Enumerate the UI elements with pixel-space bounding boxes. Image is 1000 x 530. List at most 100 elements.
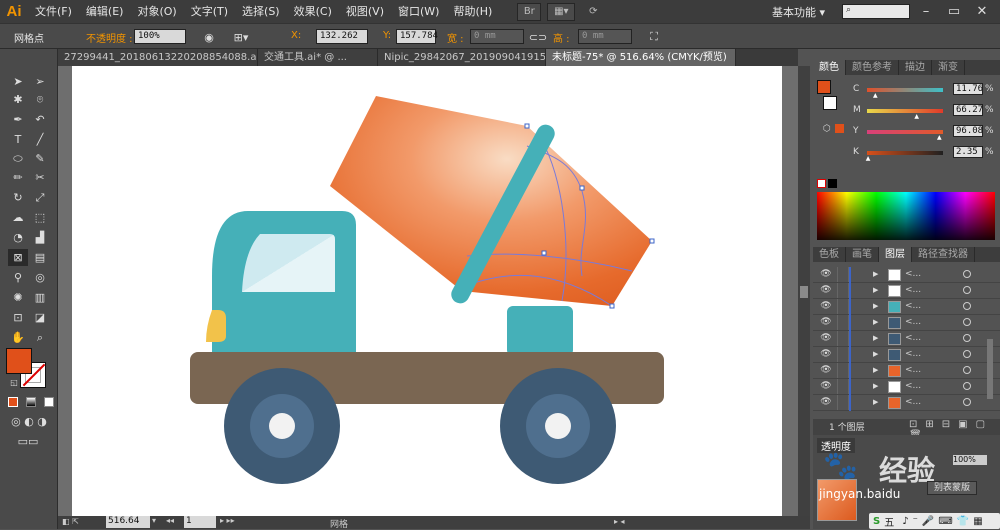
layer-row[interactable]: 👁 ▶ <...	[813, 363, 1000, 379]
zoom-tool-icon[interactable]: ⌕	[30, 329, 50, 346]
color-spectrum[interactable]	[817, 192, 995, 240]
visibility-eye-icon[interactable]: 👁	[819, 333, 833, 345]
visibility-eye-icon[interactable]: 👁	[819, 397, 833, 409]
menu-item-2[interactable]: 对象(O)	[130, 0, 183, 23]
layers-tab-0[interactable]: 色板	[813, 247, 846, 262]
status-scroll-arrow[interactable]: ▸ ◂	[614, 517, 625, 526]
expand-triangle-icon[interactable]: ▶	[873, 382, 878, 390]
target-circle-icon[interactable]	[963, 398, 971, 406]
channel-slider[interactable]	[867, 151, 943, 155]
layer-row[interactable]: 👁 ▶ <...	[813, 315, 1000, 331]
menu-item-0[interactable]: 文件(F)	[28, 0, 79, 23]
vertical-scrollbar[interactable]	[798, 66, 810, 516]
slider-handle[interactable]: ▲	[937, 134, 942, 141]
target-circle-icon[interactable]	[963, 318, 971, 326]
gamut-color-swatch[interactable]	[835, 124, 844, 133]
expand-triangle-icon[interactable]: ▶	[873, 334, 878, 342]
isolate-icon[interactable]: ⛶	[645, 29, 663, 45]
pen-tool-icon[interactable]: ✒	[8, 111, 28, 128]
warp-tool-icon[interactable]: ☁	[8, 209, 28, 226]
scroll-thumb[interactable]	[800, 286, 808, 298]
truck-illustration[interactable]	[72, 66, 782, 516]
channel-value-input[interactable]: 66.27	[953, 104, 983, 116]
canvas[interactable]	[58, 66, 798, 516]
target-circle-icon[interactable]	[963, 270, 971, 278]
channel-value-input[interactable]: 96.08	[953, 125, 983, 137]
layer-row[interactable]: 👁 ▶ <...	[813, 299, 1000, 315]
slider-handle[interactable]: ▲	[873, 92, 878, 99]
layer-name[interactable]: <...	[905, 365, 921, 375]
layer-name[interactable]: <...	[905, 397, 921, 407]
color-tab-3[interactable]: 渐变	[932, 60, 965, 75]
expand-triangle-icon[interactable]: ▶	[873, 302, 878, 310]
lock-toggle[interactable]	[837, 331, 849, 346]
lock-toggle[interactable]	[837, 379, 849, 394]
expand-triangle-icon[interactable]: ▶	[873, 286, 878, 294]
lock-toggle[interactable]	[837, 395, 849, 410]
artboard-tool-icon[interactable]: ⊡	[8, 309, 28, 326]
close-button[interactable]: ✕	[970, 2, 994, 20]
layers-tab-3[interactable]: 路径查找器	[912, 247, 975, 262]
gpu-icon[interactable]: ⟳	[581, 3, 605, 21]
blend-tool-icon[interactable]: ◎	[30, 269, 50, 286]
lock-toggle[interactable]	[837, 363, 849, 378]
doc-tab-1[interactable]: 交通工具.ai* @ ...	[258, 49, 378, 66]
menu-item-7[interactable]: 窗口(W)	[391, 0, 446, 23]
color-stroke-swatch[interactable]	[823, 96, 837, 110]
channel-slider[interactable]	[867, 109, 943, 113]
perspective-grid-tool-icon[interactable]: ▟	[30, 229, 50, 246]
layer-name[interactable]: <...	[905, 381, 921, 391]
opacity-mini-input[interactable]: 100%	[953, 455, 987, 465]
layer-row[interactable]: 👁 ▶ <...	[813, 347, 1000, 363]
zoom-input[interactable]: 516.64	[106, 516, 150, 528]
chevron-down-icon[interactable]: ▾	[152, 516, 156, 525]
visibility-eye-icon[interactable]: 👁	[819, 285, 833, 297]
curvature-tool-icon[interactable]: ↶	[30, 111, 50, 128]
page-next-icon[interactable]: ▸ ▸▸	[220, 516, 235, 525]
slider-handle[interactable]: ▲	[914, 113, 919, 120]
y-input[interactable]: 157.784	[396, 29, 438, 44]
type-tool-icon[interactable]: T	[8, 131, 28, 148]
menu-item-6[interactable]: 视图(V)	[339, 0, 391, 23]
target-circle-icon[interactable]	[963, 366, 971, 374]
menu-item-4[interactable]: 选择(S)	[235, 0, 287, 23]
color-tab-1[interactable]: 颜色参考	[846, 60, 899, 75]
x-input[interactable]: 132.262	[316, 29, 368, 44]
doc-tab-0[interactable]: 27299441_20180613220208854088.ai* @ ...	[58, 49, 258, 66]
menu-item-1[interactable]: 编辑(E)	[79, 0, 131, 23]
maximize-button[interactable]: ▭	[942, 2, 966, 20]
hand-tool-icon[interactable]: ✋	[8, 329, 28, 346]
layer-name[interactable]: <...	[905, 333, 921, 343]
opacity-input[interactable]: 100%	[134, 29, 186, 44]
lock-toggle[interactable]	[837, 315, 849, 330]
lock-toggle[interactable]	[837, 283, 849, 298]
layers-tab-1[interactable]: 画笔	[846, 247, 879, 262]
screen-mode-icon[interactable]: ▭▭	[16, 433, 40, 450]
menu-item-5[interactable]: 效果(C)	[287, 0, 339, 23]
none-white-black-swatches[interactable]	[817, 178, 847, 201]
expand-triangle-icon[interactable]: ▶	[873, 398, 878, 406]
eyedropper-tool-icon[interactable]: ⚲	[8, 269, 28, 286]
opacity-label[interactable]: 不透明度 :	[86, 30, 133, 45]
layer-name[interactable]: <...	[905, 301, 921, 311]
gradient-tool-icon[interactable]: ▤	[30, 249, 50, 266]
color-tab-2[interactable]: 描边	[899, 60, 932, 75]
lock-toggle[interactable]	[837, 267, 849, 282]
ime-icons[interactable]: ♪⁻🎤⌨👕▦	[902, 516, 986, 527]
color-tab-0[interactable]: 颜色	[813, 60, 846, 75]
width-input[interactable]: 0 mm	[470, 29, 524, 44]
arrange-documents-button[interactable]: ▦▾	[547, 2, 576, 21]
direct-selection-tool-icon[interactable]: ➢	[30, 73, 50, 90]
free-transform-tool-icon[interactable]: ⬚	[30, 209, 50, 226]
layers-scrollbar[interactable]	[987, 339, 993, 399]
channel-value-input[interactable]: 2.35	[953, 146, 983, 158]
menu-item-8[interactable]: 帮助(H)	[446, 0, 499, 23]
transform-reference-icon[interactable]: ⊞▾	[232, 29, 250, 45]
artboard[interactable]	[72, 66, 782, 516]
scissors-tool-icon[interactable]: ✂	[30, 169, 50, 186]
layer-row[interactable]: 👁 ▶ <...	[813, 331, 1000, 347]
visibility-eye-icon[interactable]: 👁	[819, 365, 833, 377]
lasso-tool-icon[interactable]: ⌾	[30, 91, 50, 108]
workspace-switcher[interactable]: 基本功能 ▾	[772, 4, 825, 20]
layer-name[interactable]: <...	[905, 349, 921, 359]
